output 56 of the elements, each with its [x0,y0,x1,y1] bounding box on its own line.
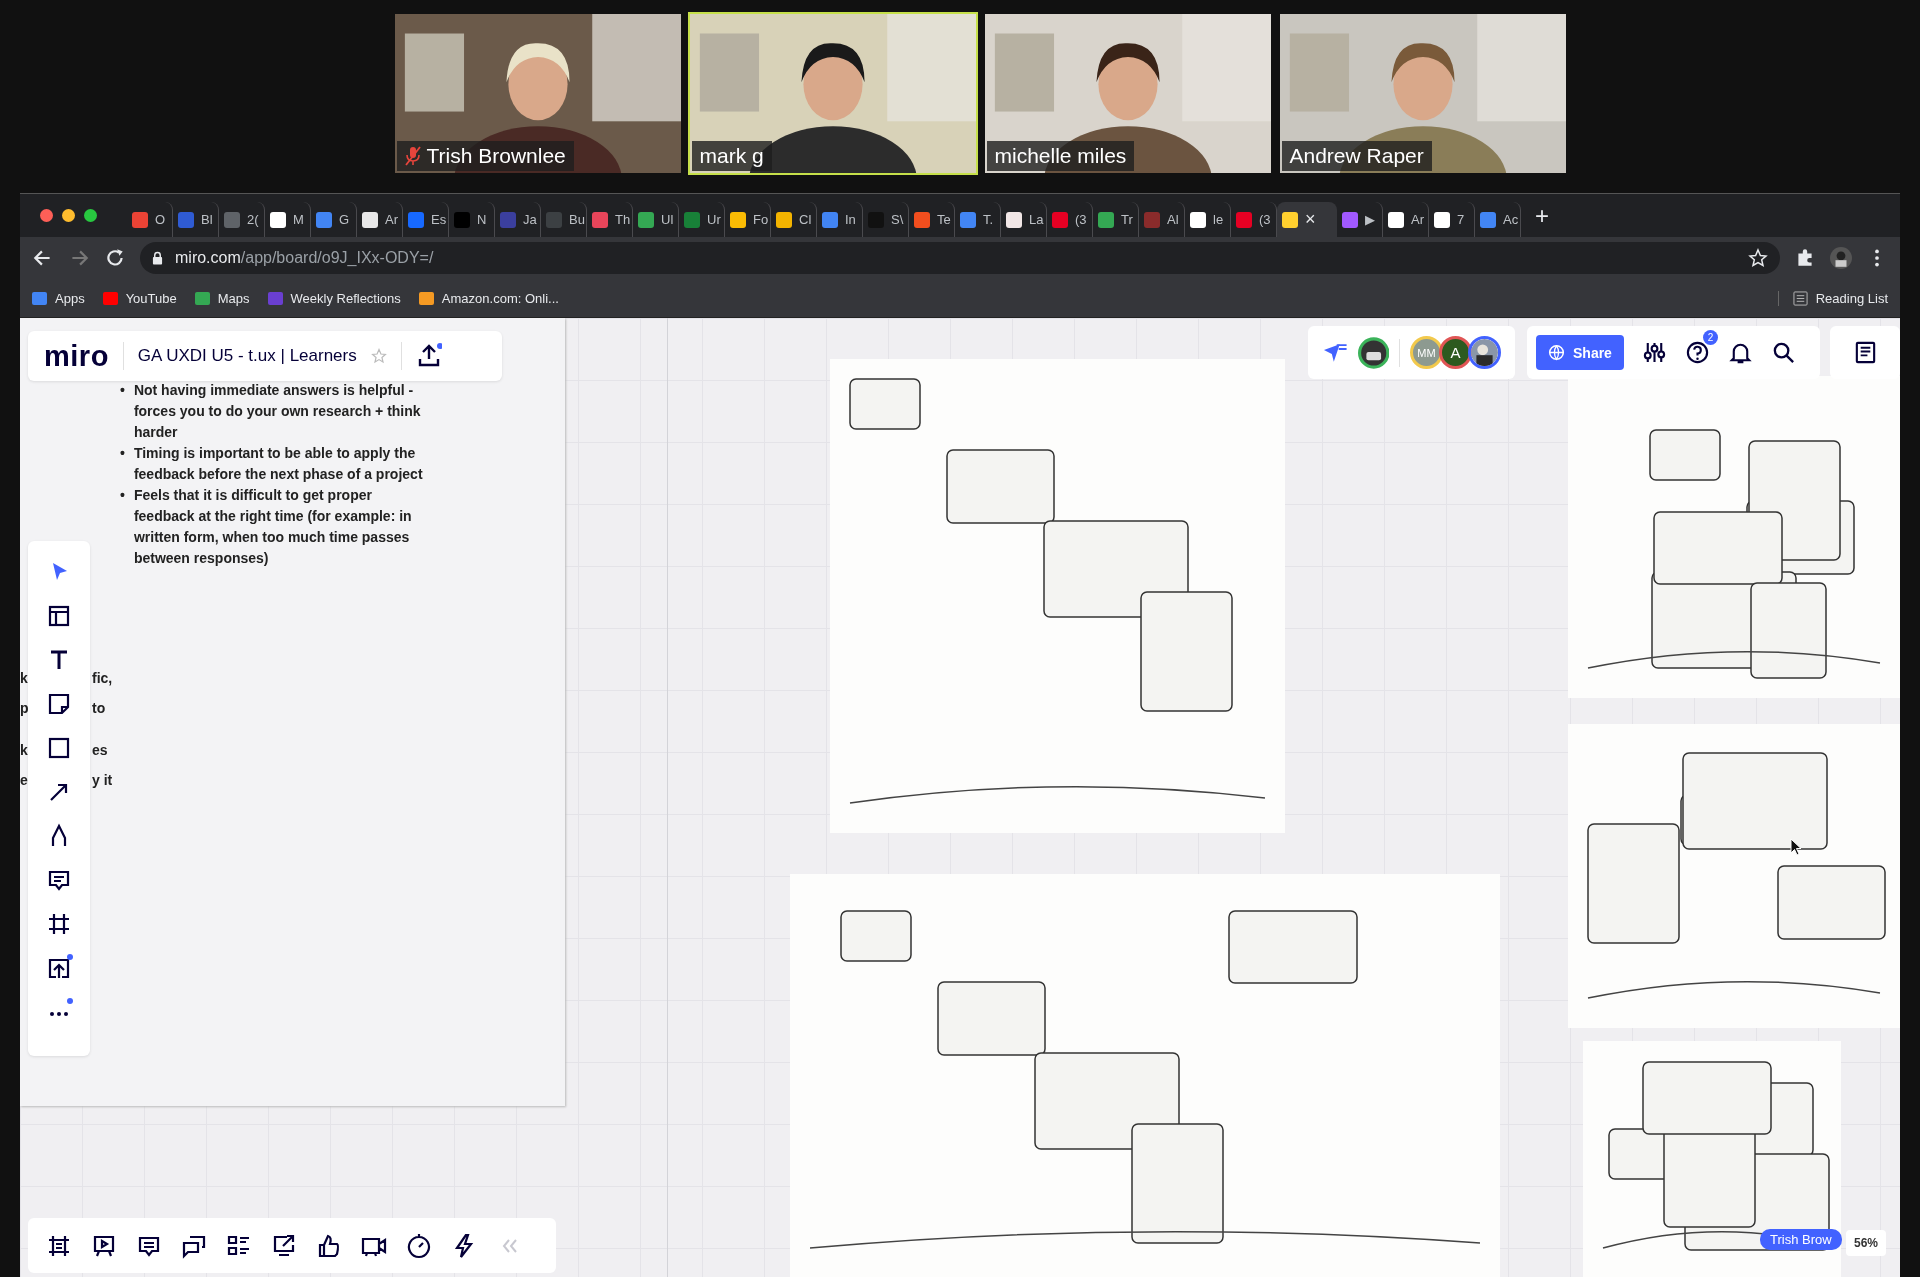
user-avatar[interactable] [1468,336,1501,369]
note-text: fic, [92,670,113,686]
note-text: k [20,742,28,758]
bookmark-link[interactable]: Maps [194,290,250,306]
bullet-marker: • [120,486,125,505]
notification-badge: 2 [1702,330,1718,345]
bookmark-link[interactable]: Amazon.com: Onli... [418,290,559,306]
new-tab-button[interactable]: + [1535,201,1549,230]
note-text: to [92,700,106,716]
globe-icon [1548,344,1565,361]
video-tile[interactable]: mark g [687,12,978,175]
close-tab-button[interactable]: × [1305,209,1316,230]
star-icon[interactable] [370,348,387,364]
video-tile[interactable]: Trish Brownlee [392,12,683,175]
mouse-pointer-icon [1790,838,1802,856]
note-text: y it [92,772,113,788]
miro-logo[interactable]: miro [44,339,109,373]
note-text: p [20,700,29,716]
user-cursor-label: Trish Brow [1760,1229,1842,1250]
zoom-level[interactable]: 56% [1846,1230,1887,1256]
bookmark-link[interactable]: Apps [32,290,85,306]
note-text: e [20,772,28,788]
bullet-marker: • [120,444,125,463]
user-avatar[interactable] [1357,336,1389,369]
bookmark-link[interactable]: Weekly Reflections [267,290,401,306]
settings-sliders-icon[interactable] [1641,340,1667,365]
note-text: Timing is important to be able to apply the feedback before the next phase of a project [133,444,424,484]
note-text: es [92,742,108,758]
bullet-marker: • [120,381,125,400]
reload-icon[interactable] [104,247,126,269]
note-text: Feels that it is difficult to get proper feedback at the right time (for example: in written form, when too much time passes between responses) [133,486,413,568]
video-tile[interactable]: michelle miles [982,12,1273,175]
close-window-button[interactable] [40,209,53,222]
bookmark-link[interactable]: YouTube [102,290,177,306]
address-field[interactable]: miro.com/app/board/o9J_IXx-ODY=/ [140,242,1780,274]
minimize-window-button[interactable] [62,209,75,222]
user-avatar[interactable]: A [1439,336,1472,369]
participant-name: Trish Brownlee [396,141,574,171]
zoom-window-button[interactable] [84,209,97,222]
participant-name: michelle miles [986,141,1135,171]
note-text: k [20,670,28,686]
board-title[interactable]: GA UXDI U5 - t.ux | Learners [137,346,357,366]
browser-tab[interactable]: × [1277,202,1337,237]
muted-mic-icon [404,146,421,166]
help-icon[interactable] [1684,340,1710,365]
list-icon [1792,290,1808,306]
cursor-list-icon[interactable] [1322,341,1348,364]
participant-name: mark g [691,141,772,171]
lock-icon [152,251,163,265]
video-tile[interactable]: Andrew Raper [1277,12,1568,175]
note-text: Not having immediate answers is helpful - forces you to do your own research + think harder [133,381,422,442]
reading-list-button[interactable]: Reading List [1777,290,1888,306]
profile-avatar[interactable] [1830,247,1852,269]
participant-name: Andrew Raper [1281,141,1432,171]
share-button[interactable]: Share [1536,335,1624,370]
bookmark-star-icon[interactable] [1748,248,1768,268]
